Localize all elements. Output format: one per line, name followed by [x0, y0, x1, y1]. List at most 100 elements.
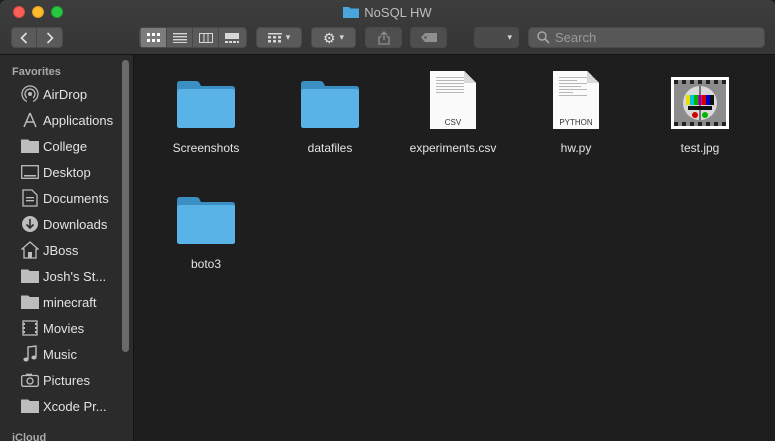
- sidebar-item-label: Downloads: [43, 216, 108, 232]
- sidebar-item-label: Applications: [43, 112, 114, 128]
- search-icon: [537, 31, 550, 44]
- arrange-dropdown[interactable]: ▾: [474, 27, 519, 48]
- back-button[interactable]: [11, 28, 37, 47]
- desktop-icon: [20, 162, 40, 182]
- python-document-icon: PYTHON: [553, 71, 599, 129]
- file-browser: Screenshots datafiles CSV experiments.cs…: [134, 55, 775, 441]
- file-name: datafiles: [307, 141, 353, 155]
- view-mode-control: [139, 27, 247, 48]
- group-by-button[interactable]: ▾: [256, 27, 302, 48]
- sidebar-item-minecraft[interactable]: minecraft: [0, 289, 118, 315]
- document-lines: [436, 77, 464, 95]
- sidebar-item-label: Documents: [43, 190, 109, 206]
- sidebar-item-music[interactable]: Music: [0, 341, 118, 367]
- sidebar-item-applications[interactable]: Applications: [0, 107, 118, 133]
- tags-button[interactable]: [410, 27, 447, 48]
- tag-icon: [420, 33, 437, 42]
- file-item-test-jpg[interactable]: test.jpg: [645, 67, 755, 155]
- folder-icon: [20, 292, 40, 312]
- gallery-view-icon: [225, 32, 239, 43]
- finder-window: NoSQL HW ▾ ⚙ ▾ ▾ Search Favorites AirDro…: [0, 0, 775, 441]
- file-item-screenshots[interactable]: Screenshots: [151, 67, 261, 155]
- share-button[interactable]: [365, 27, 402, 48]
- applications-icon: [20, 110, 40, 130]
- file-item-datafiles[interactable]: datafiles: [275, 67, 385, 155]
- sidebar-item-xcode-projects[interactable]: Xcode Pr...: [0, 393, 118, 419]
- chevron-down-icon: ▾: [507, 32, 512, 42]
- sidebar-item-label: AirDrop: [43, 86, 88, 102]
- search-field: [528, 27, 765, 48]
- csv-document-icon: CSV: [430, 71, 476, 129]
- sidebar-item-pictures[interactable]: Pictures: [0, 367, 118, 393]
- sidebar-item-college[interactable]: College: [0, 133, 118, 159]
- page-fold: [464, 71, 476, 83]
- sidebar-scroll-thumb[interactable]: [122, 60, 129, 352]
- forward-button[interactable]: [37, 28, 63, 47]
- folder-icon: [343, 7, 360, 18]
- chevron-right-icon: [46, 31, 54, 44]
- file-name: test.jpg: [680, 141, 720, 155]
- folder-icon: [177, 197, 235, 244]
- sidebar-heading-icloud: iCloud: [12, 432, 47, 441]
- sidebar: Favorites AirDrop Applications College D…: [0, 55, 134, 441]
- sidebar-item-label: Movies: [43, 320, 85, 336]
- titlebar: NoSQL HW ▾ ⚙ ▾ ▾ Search: [0, 0, 775, 55]
- image-thumbnail-icon: [671, 77, 729, 129]
- chevron-left-icon: [19, 31, 27, 44]
- file-name: Screenshots: [172, 141, 240, 155]
- page-fold: [587, 71, 599, 83]
- sidebar-item-desktop[interactable]: Desktop: [0, 159, 118, 185]
- documents-icon: [20, 188, 40, 208]
- sidebar-item-label: Music: [43, 346, 77, 362]
- file-item-boto3[interactable]: boto3: [151, 183, 261, 271]
- sidebar-item-label: College: [43, 138, 88, 154]
- folder-icon: [301, 81, 359, 128]
- share-icon: [377, 30, 390, 45]
- sidebar-item-jboss[interactable]: JBoss: [0, 237, 118, 263]
- file-item-experiments-csv[interactable]: CSV experiments.csv: [398, 67, 508, 155]
- home-icon: [20, 240, 40, 260]
- gallery-view-button[interactable]: [219, 28, 245, 47]
- sidebar-item-downloads[interactable]: Downloads: [0, 211, 118, 237]
- document-lines: [559, 77, 587, 98]
- file-name: experiments.csv: [409, 141, 497, 155]
- sidebar-item-label: JBoss: [43, 242, 79, 258]
- file-type-label: CSV: [444, 118, 462, 127]
- downloads-icon: [20, 214, 40, 234]
- file-name: hw.py: [560, 141, 592, 155]
- gear-icon: ⚙: [322, 29, 336, 46]
- column-view-button[interactable]: [193, 28, 219, 47]
- airdrop-icon: [20, 84, 40, 104]
- column-view-icon: [198, 32, 213, 43]
- sidebar-item-label: Xcode Pr...: [43, 398, 107, 414]
- folder-icon: [177, 81, 235, 128]
- pictures-icon: [20, 370, 40, 390]
- file-name: boto3: [190, 257, 222, 271]
- icon-view-button[interactable]: [141, 28, 167, 47]
- folder-icon: [20, 396, 40, 416]
- sidebar-item-label: Josh's St...: [43, 268, 107, 284]
- grid-icon: [267, 32, 282, 42]
- sidebar-item-movies[interactable]: Movies: [0, 315, 118, 341]
- sidebar-heading-favorites: Favorites: [12, 66, 61, 78]
- sidebar-item-label: Pictures: [43, 372, 90, 388]
- window-title-text: NoSQL HW: [364, 5, 432, 20]
- icon-view-icon: [146, 32, 160, 42]
- folder-icon: [20, 136, 40, 156]
- list-view-button[interactable]: [167, 28, 193, 47]
- history-nav: [11, 27, 63, 48]
- file-item-hw-py[interactable]: PYTHON hw.py: [521, 67, 631, 155]
- sidebar-item-joshs-stuff[interactable]: Josh's St...: [0, 263, 118, 289]
- chevron-down-icon: ▾: [339, 32, 345, 42]
- folder-icon: [20, 266, 40, 286]
- action-button[interactable]: ⚙ ▾: [311, 27, 356, 48]
- search-input[interactable]: [555, 30, 755, 45]
- sidebar-item-label: Desktop: [43, 164, 91, 180]
- sidebar-item-documents[interactable]: Documents: [0, 185, 118, 211]
- sidebar-item-airdrop[interactable]: AirDrop: [0, 81, 118, 107]
- music-icon: [20, 344, 40, 364]
- window-title: NoSQL HW: [0, 5, 775, 21]
- list-view-icon: [172, 32, 187, 43]
- chevron-down-icon: ▾: [285, 32, 291, 42]
- file-type-label: PYTHON: [559, 118, 593, 127]
